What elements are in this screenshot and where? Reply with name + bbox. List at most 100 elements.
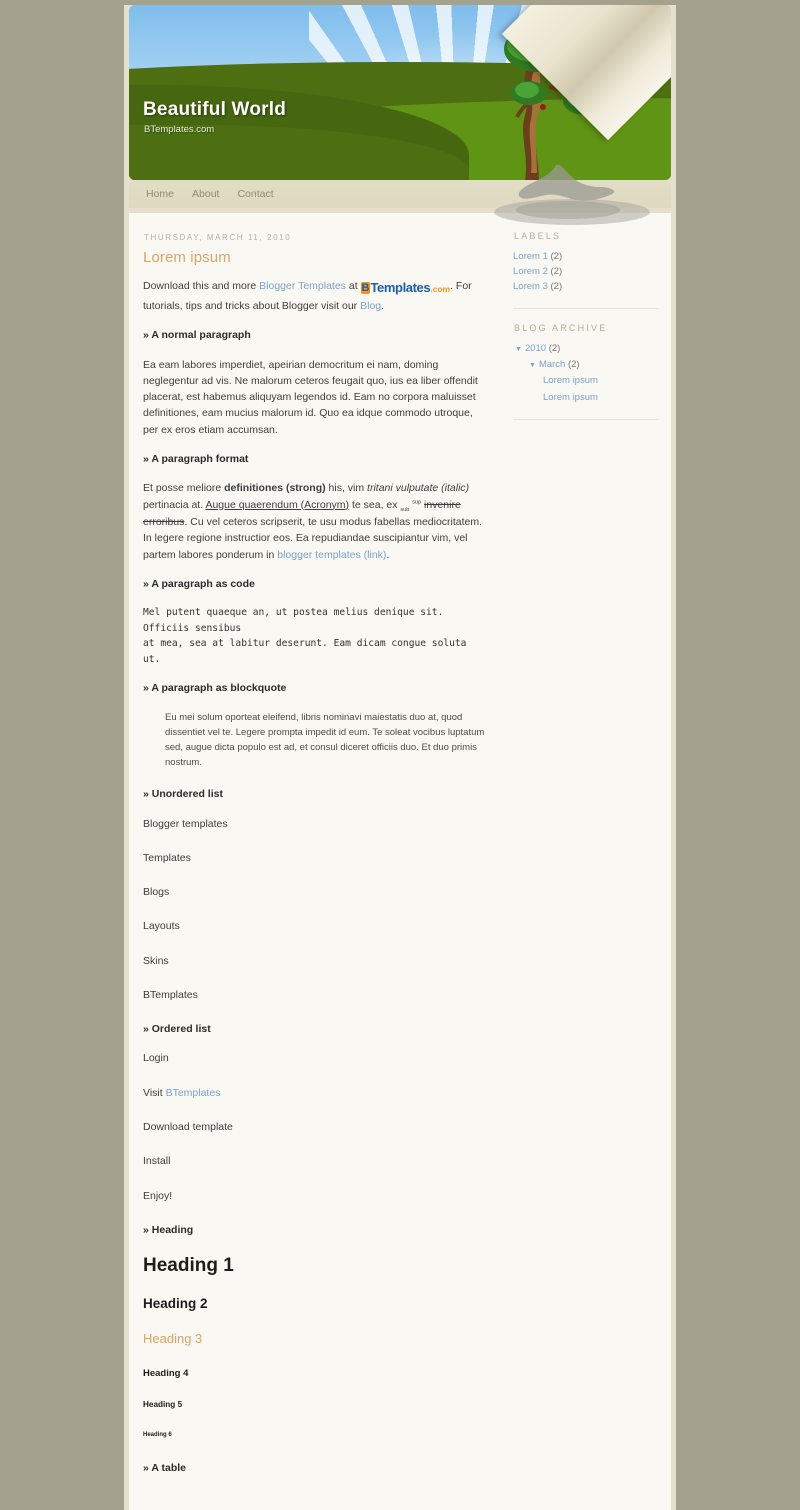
section-heading-label: A paragraph format xyxy=(151,453,249,465)
content-wrapper: THURSDAY, MARCH 11, 2010 Lorem ipsum Dow… xyxy=(129,213,671,1510)
btemplates-logo-word: Templates xyxy=(370,280,431,295)
nav-item-home[interactable]: Home xyxy=(137,180,183,208)
sidebar-section-blog-archive: BLOG ARCHIVE ▼ 2010 (2) ▼ March (2) Lorem … xyxy=(513,323,659,403)
section-heading-label: A paragraph as blockquote xyxy=(151,682,287,695)
list-item: Templates xyxy=(143,851,191,864)
archive-post-link[interactable]: Lorem ipsum xyxy=(543,375,598,386)
archive-year-count: (2) xyxy=(548,343,561,354)
chevron-right-icon: » xyxy=(143,577,149,590)
sidebar-section-labels: LABELS Lorem 1 (2) Lorem 2 (2) Lorem 3 (… xyxy=(513,231,659,292)
paragraph-format-text: Et posse meliore definitiones (strong) h… xyxy=(143,480,489,563)
section-heading-normal-paragraph: » A normal paragraph xyxy=(143,327,489,343)
label-item: Lorem 3 (2) xyxy=(513,281,659,292)
pf-subscript: sub xyxy=(400,506,410,513)
list-item: Visit BTemplates xyxy=(143,1085,489,1101)
section-heading-paragraph-blockquote: » A paragraph as blockquote xyxy=(143,680,489,696)
main-column: THURSDAY, MARCH 11, 2010 Lorem ipsum Dow… xyxy=(129,213,501,1510)
chevron-right-icon: » xyxy=(143,329,149,342)
sidebar: LABELS Lorem 1 (2) Lorem 2 (2) Lorem 3 (… xyxy=(501,213,671,1510)
header-banner: Beautiful World BTemplates.com xyxy=(129,5,671,180)
list-item: Skins xyxy=(143,954,169,967)
blogger-templates-link[interactable]: Blogger Templates xyxy=(259,280,346,292)
archive-month-link[interactable]: March xyxy=(539,359,565,370)
pf-text-3: pertinacia at. xyxy=(143,498,206,511)
archive-post-row: Lorem ipsum xyxy=(513,392,659,403)
section-heading-label: A normal paragraph xyxy=(151,329,251,342)
normal-paragraph-text: Ea eam labores imperdiet, apeirian democ… xyxy=(143,358,478,436)
archive-widget-title: BLOG ARCHIVE xyxy=(514,323,608,333)
pf-text-4: te sea, ex xyxy=(349,498,401,511)
label-count: (2) xyxy=(550,266,563,277)
section-heading-paragraph-format: » A paragraph format xyxy=(143,451,489,467)
section-heading-ordered-list: » Ordered list xyxy=(143,1021,489,1037)
demo-heading-3: Heading 3 xyxy=(143,1331,203,1347)
demo-heading-2: Heading 2 xyxy=(143,1295,208,1311)
demo-heading-4: Heading 4 xyxy=(143,1367,189,1379)
section-heading-label: A table xyxy=(151,1462,186,1475)
list-item: Download template xyxy=(143,1121,233,1133)
post-date: THURSDAY, MARCH 11, 2010 xyxy=(144,233,292,242)
post-title: Lorem ipsum xyxy=(143,249,231,266)
section-heading-table: » A table xyxy=(143,1460,489,1476)
archive-year-link[interactable]: 2010 xyxy=(525,343,546,354)
pf-strong: definitiones (strong) xyxy=(224,482,326,495)
chevron-right-icon: » xyxy=(143,1462,149,1475)
archive-month-count: (2) xyxy=(567,359,580,370)
nav-item-about[interactable]: About xyxy=(183,180,228,208)
chevron-right-icon: » xyxy=(143,1223,149,1236)
archive-post-row: Lorem ipsum xyxy=(513,375,659,386)
section-heading-headings: » Heading xyxy=(143,1222,489,1238)
blog-link[interactable]: Blog xyxy=(360,300,381,312)
demo-heading-1: Heading 1 xyxy=(143,1255,234,1277)
labels-widget-title: LABELS xyxy=(514,231,562,241)
section-heading-label: Unordered list xyxy=(151,788,223,801)
btemplates-logo-com: .com xyxy=(430,284,451,294)
archive-month-row: ▼ March (2) xyxy=(513,359,659,370)
demo-heading-6: Heading 6 xyxy=(143,1431,172,1438)
main-navigation: Home About Contact xyxy=(129,180,671,208)
btemplates-logo-b: B xyxy=(360,282,371,294)
header-text-block: Beautiful World BTemplates.com xyxy=(143,99,286,135)
chevron-right-icon: » xyxy=(143,453,149,465)
btemplates-link[interactable]: BTemplates xyxy=(166,1087,221,1099)
pf-text-8: . xyxy=(386,548,390,561)
label-link[interactable]: Lorem 3 xyxy=(513,281,548,292)
section-heading-label: Heading xyxy=(151,1223,194,1236)
list-item-prefix: Visit xyxy=(143,1086,166,1099)
blog-title: Beautiful World xyxy=(143,99,287,120)
pf-italic: tritani vulputate (italic) xyxy=(367,482,470,495)
label-item: Lorem 2 (2) xyxy=(513,266,659,277)
list-item: BTemplates xyxy=(143,988,198,1001)
chevron-right-icon: » xyxy=(143,682,149,695)
pf-acronym: Augue quaerendum (Acronym) xyxy=(205,498,350,511)
code-block: Mel putent quaeque an, ut postea melius … xyxy=(143,607,467,665)
nav-item-contact[interactable]: Contact xyxy=(228,180,282,208)
label-link[interactable]: Lorem 1 xyxy=(513,251,548,262)
blog-description: BTemplates.com xyxy=(144,124,215,135)
archive-year-row: ▼ 2010 (2) xyxy=(513,343,659,354)
sidebar-divider xyxy=(513,419,659,420)
intro-text-2: at xyxy=(345,280,361,292)
label-count: (2) xyxy=(550,281,563,292)
chevron-right-icon: » xyxy=(143,788,149,801)
post-body: Download this and more Blogger Templates… xyxy=(143,278,489,1477)
section-heading-unordered-list: » Unordered list xyxy=(143,786,489,802)
label-item: Lorem 1 (2) xyxy=(513,251,659,262)
label-count: (2) xyxy=(550,251,563,262)
list-item: Layouts xyxy=(143,920,180,933)
pf-text-1: Et posse meliore xyxy=(143,482,225,495)
intro-text-4: . xyxy=(381,300,385,313)
post-intro-paragraph: Download this and more Blogger Templates… xyxy=(143,278,489,314)
list-item: Install xyxy=(143,1155,171,1168)
triangle-down-icon[interactable]: ▼ xyxy=(529,362,536,369)
page-wrapper: Beautiful World BTemplates.com Home Abou… xyxy=(124,5,676,1510)
unordered-list: Blogger templates Templates Blogs Layout… xyxy=(143,816,489,1004)
blogger-templates-inline-link[interactable]: blogger templates (link) xyxy=(277,549,386,561)
pf-text-2: his, vim xyxy=(325,482,368,495)
list-item: Blogger templates xyxy=(143,817,228,830)
triangle-down-icon[interactable]: ▼ xyxy=(515,346,522,353)
archive-post-link[interactable]: Lorem ipsum xyxy=(543,392,598,403)
list-item: Enjoy! xyxy=(143,1189,173,1202)
label-link[interactable]: Lorem 2 xyxy=(513,266,548,277)
list-item: Login xyxy=(143,1052,169,1065)
